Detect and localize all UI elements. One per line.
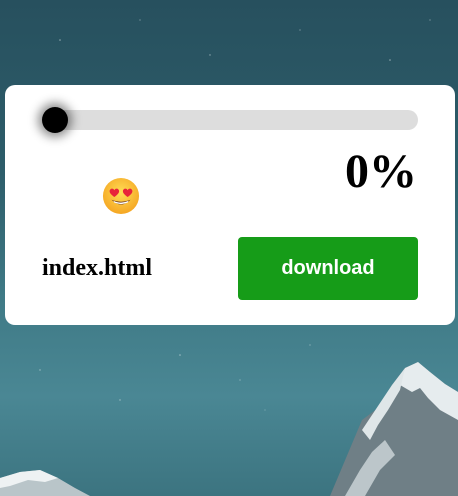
progress-track[interactable] xyxy=(50,110,418,130)
file-name: index.html xyxy=(42,255,153,281)
heart-eyes-emoji-icon xyxy=(102,177,140,215)
download-button[interactable]: download xyxy=(238,237,418,300)
progress-percent: 0% xyxy=(345,145,417,198)
progress-thumb[interactable] xyxy=(42,107,68,133)
download-card: 0% index.html download xyxy=(5,85,455,325)
